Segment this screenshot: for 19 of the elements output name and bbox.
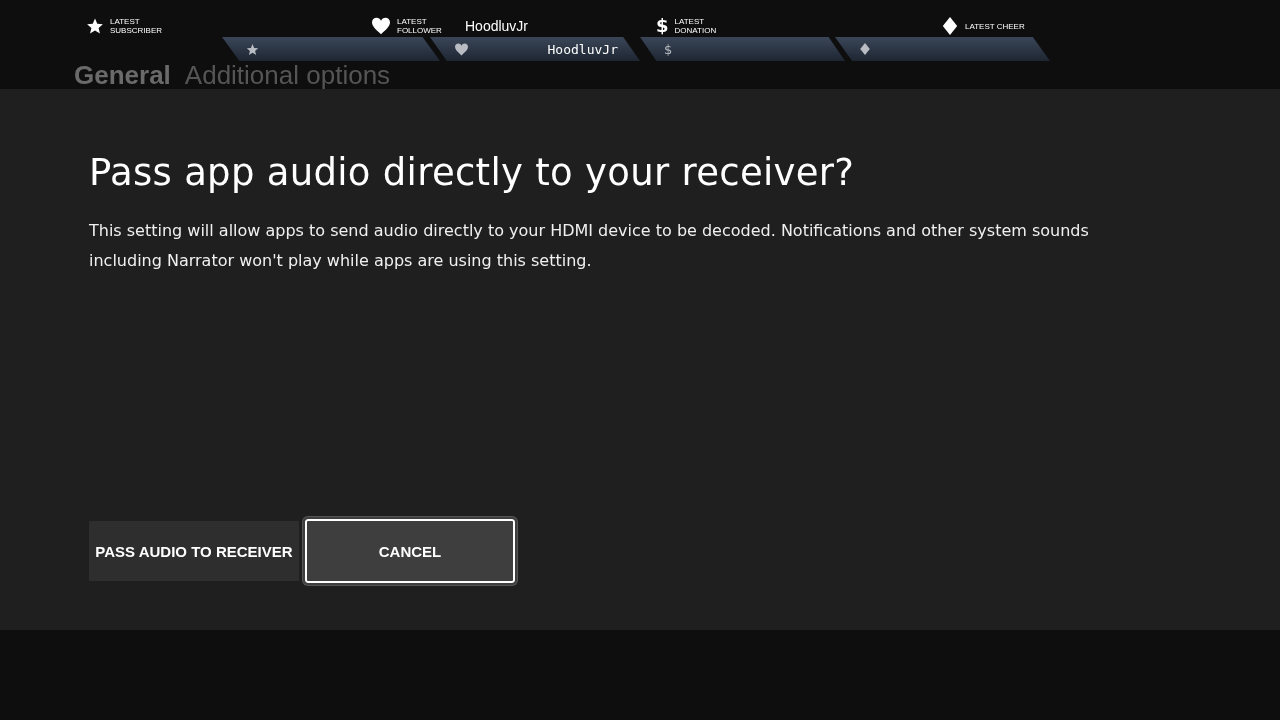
widget-label: LATEST FOLLOWER [397, 17, 443, 35]
pass-audio-button[interactable]: PASS AUDIO TO RECEIVER [89, 521, 299, 581]
diamond-icon [941, 16, 959, 36]
widget-label: LATEST DONATION [674, 17, 718, 35]
dollar-icon: $ [656, 17, 669, 35]
diamond-icon [859, 42, 871, 56]
widget-label: LATEST SUBSCRIBER [110, 17, 163, 35]
heart-icon [371, 17, 391, 35]
star-icon [246, 42, 259, 56]
star-icon [86, 17, 104, 35]
dialog-message: This setting will allow apps to send audio directly to your HDMI device to be decoded. Notifications and other system sounds including Narrator won't play while apps are using this setting. [89, 220, 1090, 272]
dialog-title: Pass app audio directly to your receiver? [89, 151, 856, 194]
widget-label: LATEST CHEER [965, 21, 1025, 31]
bar-name: HoodluvJr [547, 41, 618, 57]
header-tab[interactable]: General [74, 62, 171, 88]
widget-name: HoodluvJr [465, 18, 529, 34]
dollar-icon: $ [664, 41, 673, 57]
heart-icon [454, 42, 469, 56]
cancel-button[interactable]: CANCEL [305, 519, 515, 583]
